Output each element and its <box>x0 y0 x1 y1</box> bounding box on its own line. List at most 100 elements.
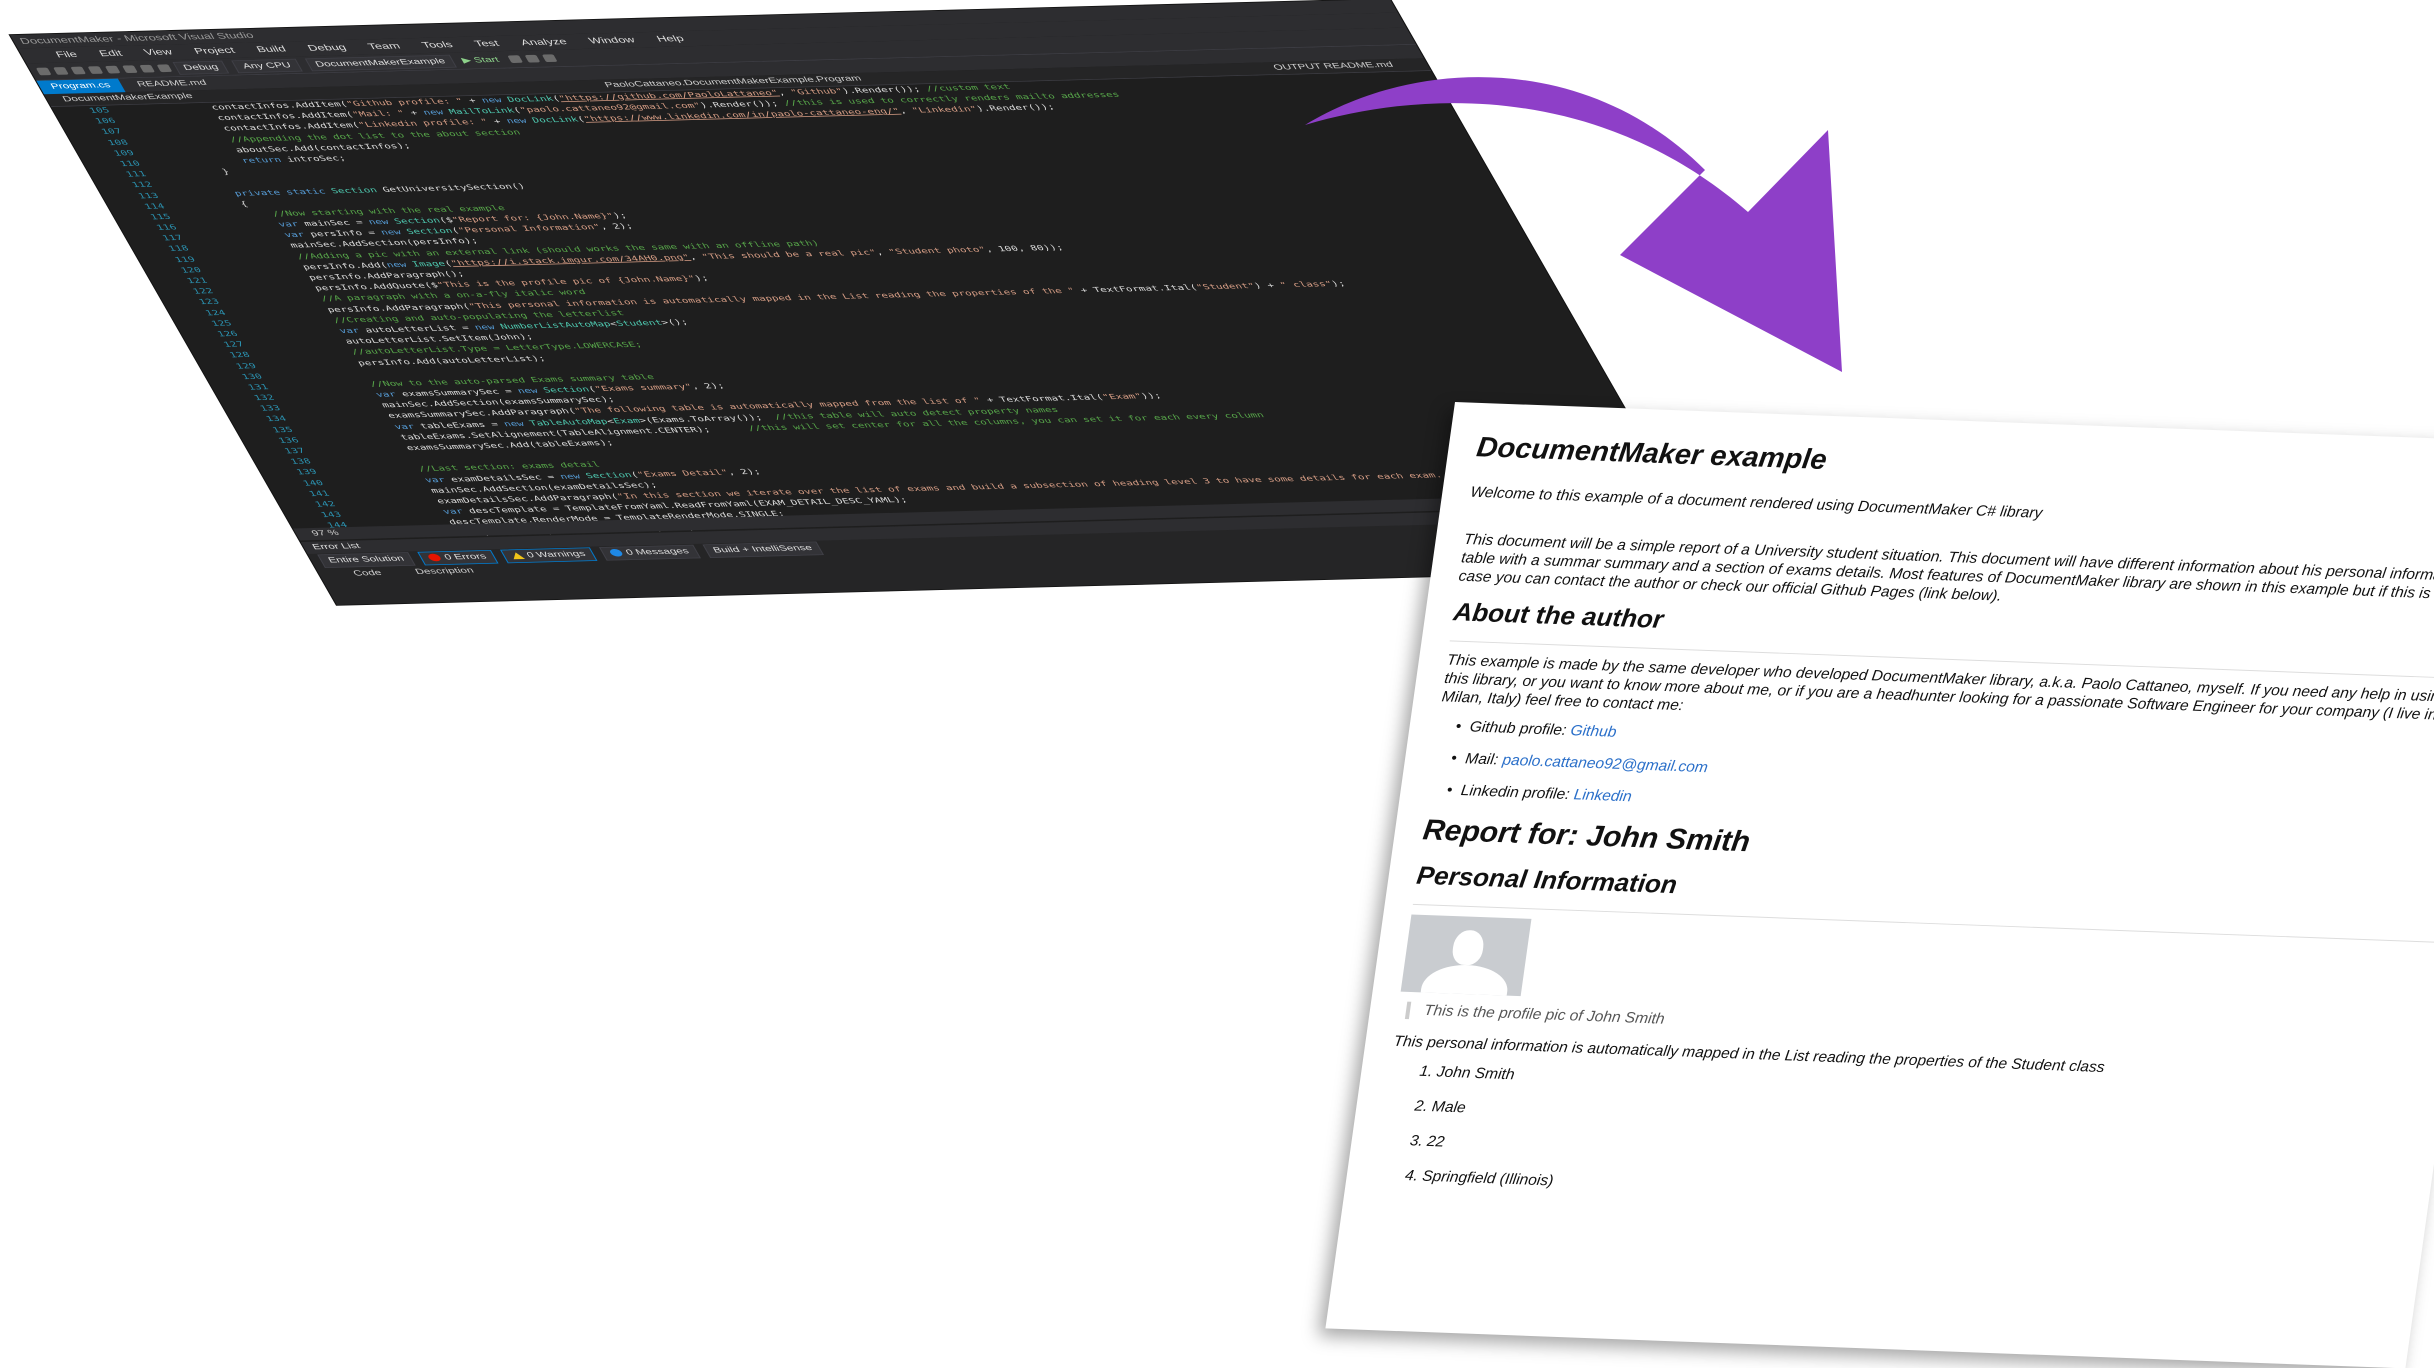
mail-link[interactable]: paolo.cattaneo92@gmail.com <box>1501 752 1709 776</box>
redo-icon[interactable] <box>156 64 173 73</box>
back-icon[interactable] <box>35 67 52 76</box>
messages-filter-button[interactable]: 0 Messages <box>598 544 701 561</box>
code-token: var <box>205 230 314 242</box>
github-link[interactable]: Github <box>1570 723 1618 741</box>
linkedin-link[interactable]: Linkedin <box>1573 787 1633 806</box>
code-token: NumberListAutoMap <box>498 320 613 332</box>
code-token: ); <box>1329 279 1348 288</box>
code-token: private static <box>181 186 334 200</box>
undo-icon[interactable] <box>139 64 156 73</box>
code-token: , 100, 80)); <box>983 243 1066 254</box>
code-token: Section <box>583 470 634 481</box>
warnings-count: 0 Warnings <box>525 549 588 560</box>
code-token: var <box>296 390 405 402</box>
code-token: Image <box>410 259 448 269</box>
avatar-body-shape <box>1417 963 1511 997</box>
code-token: "Student" <box>1194 281 1258 292</box>
startup-project-dropdown[interactable]: DocumentMakerExample <box>304 54 457 71</box>
rendered-document-page: DocumentMaker example Welcome to this ex… <box>1325 402 2434 1368</box>
code-token: } <box>168 167 232 178</box>
code-token: examDetailsSec = <box>448 472 563 484</box>
menu-help[interactable]: Help <box>653 31 688 47</box>
code-token: >(); <box>659 318 690 327</box>
avatar-head-shape <box>1450 929 1486 966</box>
bookmark-icon[interactable] <box>525 54 541 63</box>
menu-build[interactable]: Build <box>253 42 290 58</box>
menu-edit[interactable]: Edit <box>96 46 126 62</box>
code-token: Section <box>541 385 592 395</box>
code-token: var <box>260 326 369 338</box>
forward-icon[interactable] <box>53 67 69 75</box>
menu-project[interactable]: Project <box>191 43 239 59</box>
code-token: GetUniversitySection() <box>380 181 527 194</box>
student-properties-list: 1. John Smith 2. Male 3. 22 4. Springfie… <box>1374 1062 2415 1221</box>
code-token: ).Render()); <box>840 84 929 96</box>
configuration-dropdown[interactable]: Debug <box>172 60 230 75</box>
code-token: "Exams Detail" <box>635 468 731 479</box>
code-token: mainSec = <box>302 218 372 229</box>
code-token: " class" <box>1278 279 1335 290</box>
errors-count: 0 Errors <box>442 552 489 562</box>
attach-icon[interactable] <box>507 55 524 64</box>
code-token: DocLink <box>530 115 581 126</box>
code-area[interactable]: contactInfos.AddItem("Github profile: " … <box>132 71 1716 605</box>
code-token: Section <box>329 185 386 196</box>
menu-test[interactable]: Test <box>471 36 503 52</box>
open-file-icon[interactable] <box>87 66 104 74</box>
contact-label: Linkedin profile: <box>1459 782 1575 804</box>
code-token: ).Render()); <box>974 103 1057 114</box>
code-token: { <box>187 199 250 210</box>
code-token: "Exams summary" <box>593 382 695 394</box>
scope-dropdown[interactable]: Entire Solution <box>317 552 416 569</box>
code-token: return <box>162 155 290 168</box>
code-token: persInfo = <box>308 228 384 239</box>
errors-filter-button[interactable]: 0 Errors <box>417 549 499 566</box>
menu-tools[interactable]: Tools <box>418 37 456 53</box>
code-token: Section <box>404 226 455 237</box>
code-token: ).Render()); <box>698 99 787 110</box>
contact-label: Mail: <box>1464 750 1504 769</box>
code-editor[interactable]: 105 106 107 108 109 110 111 112 113 114 115 116 117 1… <box>51 71 1717 605</box>
tab-readme-md[interactable]: README.md <box>123 76 222 92</box>
platform-dropdown[interactable]: Any CPU <box>231 58 303 73</box>
warnings-filter-button[interactable]: 0 Warnings <box>499 547 598 564</box>
code-token: "Personal Information" <box>456 223 603 236</box>
code-token: , 2); <box>689 381 727 391</box>
warning-icon <box>509 552 525 560</box>
menu-team[interactable]: Team <box>364 39 404 55</box>
code-token: var <box>345 475 454 487</box>
column-code[interactable]: Code <box>351 567 385 580</box>
contact-label: Github profile: <box>1468 718 1572 739</box>
code-token: "Linkedin" <box>910 105 980 116</box>
info-icon <box>608 549 625 557</box>
code-token: var <box>364 507 472 519</box>
error-icon <box>426 553 443 562</box>
code-token: "Mail: " <box>350 109 407 119</box>
menu-file[interactable]: File <box>52 47 81 63</box>
column-description[interactable]: Description <box>413 565 477 579</box>
menu-analyze[interactable]: Analyze <box>517 34 571 50</box>
messages-count: 0 Messages <box>624 547 691 558</box>
code-token: , 2); <box>598 222 636 232</box>
save-icon[interactable] <box>104 65 121 74</box>
code-token: var <box>199 220 308 231</box>
code-token: "Student photo" <box>886 245 989 257</box>
code-token: , 2); <box>725 467 763 477</box>
new-project-icon[interactable] <box>70 66 87 75</box>
code-token: DocLink <box>505 94 556 105</box>
menu-debug[interactable]: Debug <box>304 40 350 56</box>
menu-view[interactable]: View <box>140 45 176 61</box>
code-token: var <box>315 422 423 434</box>
code-token: TableAutoMap <box>527 417 610 428</box>
code-token: "Exam" <box>1100 392 1145 402</box>
code-token: + TextFormat.Ital( <box>978 393 1106 406</box>
start-button[interactable]: ▶ Start <box>460 55 501 64</box>
code-token: Section <box>392 216 443 226</box>
save-all-icon[interactable] <box>122 65 138 74</box>
code-token: introSec; <box>285 154 348 164</box>
menu-window[interactable]: Window <box>585 33 639 49</box>
code-token: ); <box>692 274 711 283</box>
comment-icon[interactable] <box>542 54 559 63</box>
code-token: tableExams = <box>418 419 507 431</box>
code-token: //custom text <box>924 82 1013 94</box>
